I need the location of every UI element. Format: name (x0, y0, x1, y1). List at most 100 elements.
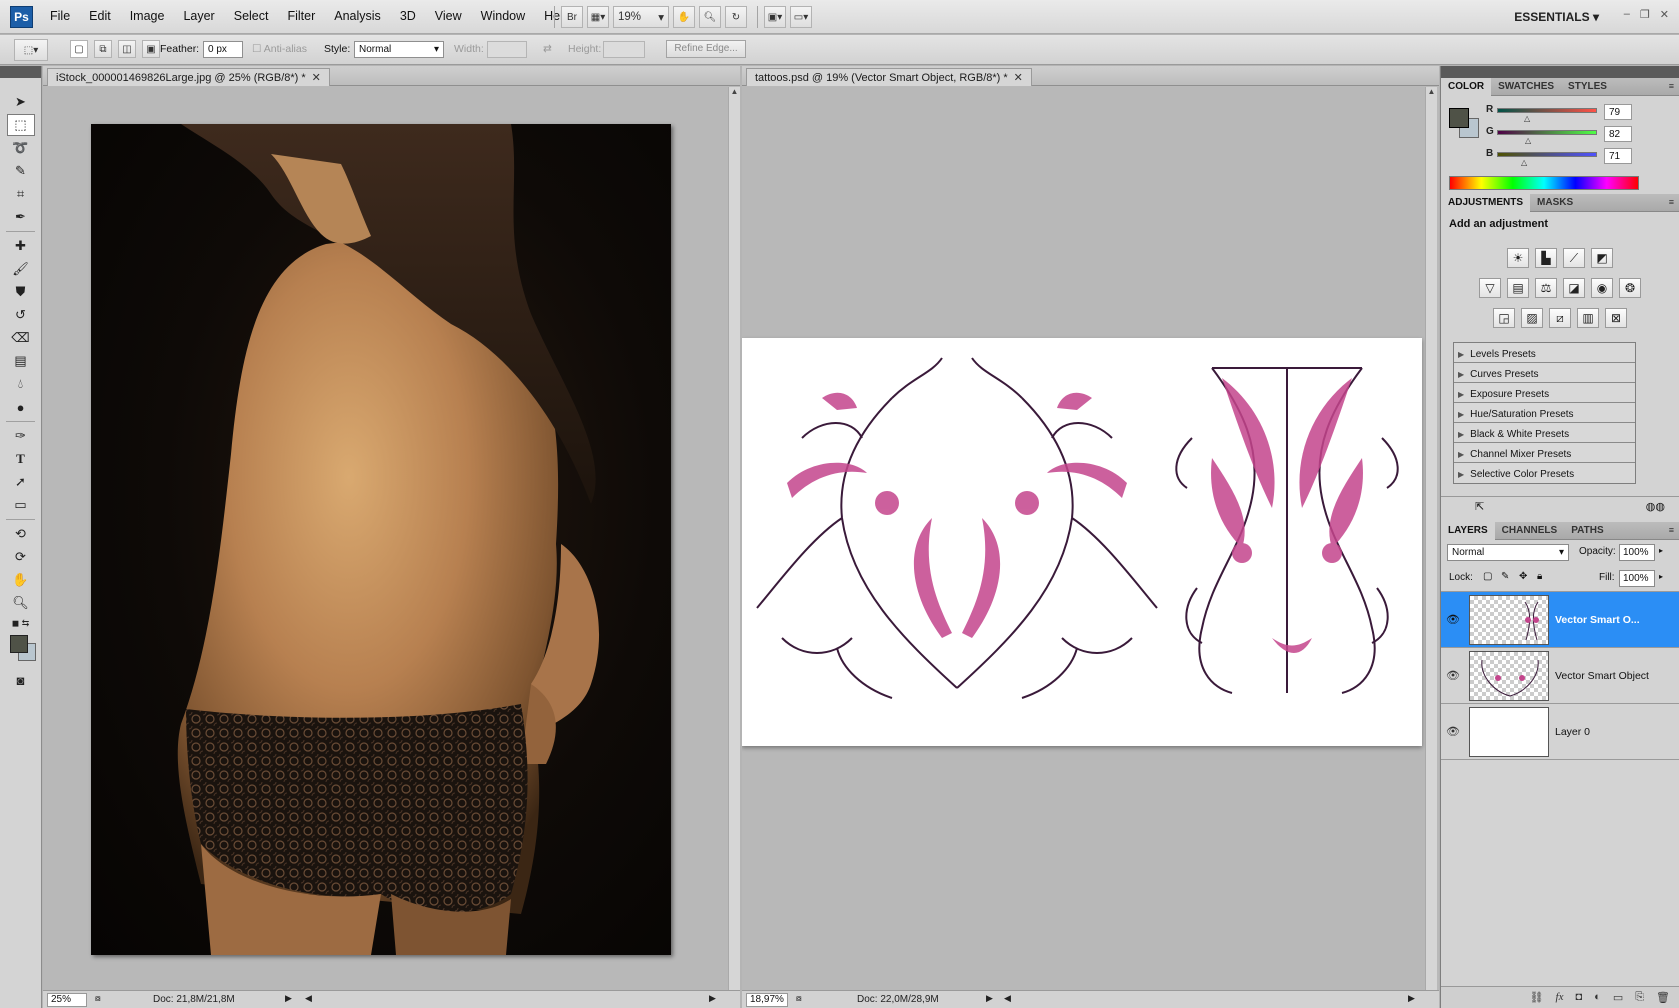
hand-tool-button[interactable]: ✋ (673, 6, 695, 28)
scroll-left-arrow-icon[interactable]: ◀ (1004, 993, 1011, 1004)
tools-panel-header[interactable] (0, 66, 41, 78)
visibility-eye-icon[interactable]: 👁︎ (1441, 613, 1465, 626)
opacity-input[interactable]: 100% (1619, 544, 1655, 561)
feather-input[interactable]: 0 px (203, 41, 243, 58)
add-selection-button[interactable]: ⧉ (94, 40, 112, 58)
preset-item[interactable]: ▶ Hue/Saturation Presets (1454, 403, 1635, 423)
lasso-tool-icon[interactable]: ➰ (7, 137, 35, 159)
gradient-tool-icon[interactable]: ▤ (7, 350, 35, 372)
clone-stamp-tool-icon[interactable]: ⛊ (7, 281, 35, 303)
layer-name[interactable]: Layer 0 (1555, 726, 1590, 738)
blur-tool-icon[interactable]: 💧︎ (7, 373, 35, 395)
preset-item[interactable]: ▶ Levels Presets (1454, 343, 1635, 363)
green-channel-slider[interactable] (1497, 130, 1597, 135)
height-input[interactable] (603, 41, 645, 58)
type-tool-icon[interactable]: T (7, 448, 35, 470)
menu-image[interactable]: Image (130, 9, 165, 23)
tab-adjustments[interactable]: ADJUSTMENTS (1441, 194, 1531, 212)
antialias-checkbox[interactable]: ☐ Anti-alias (252, 43, 307, 55)
rectangle-tool-icon[interactable]: ▭ (7, 494, 35, 516)
healing-brush-tool-icon[interactable]: ✚ (7, 235, 35, 257)
return-to-list-icon[interactable]: ⇱ (1475, 500, 1484, 513)
foreground-color-swatch[interactable] (1449, 108, 1469, 128)
document-tab-tattoos[interactable]: tattoos.psd @ 19% (Vector Smart Object, … (746, 68, 1032, 86)
panel-menu-icon[interactable]: ≡ (1669, 525, 1674, 535)
green-value-input[interactable]: 82 (1604, 126, 1632, 142)
new-adjustment-layer-icon[interactable]: ◐ (1594, 991, 1601, 1008)
preset-item[interactable]: ▶ Curves Presets (1454, 363, 1635, 383)
default-colors-icon[interactable]: ◼ ⇆ (7, 615, 35, 631)
width-input[interactable] (487, 41, 527, 58)
zoom-tool-icon[interactable]: 🔍︎ (7, 592, 35, 614)
blue-channel-slider[interactable] (1497, 152, 1597, 157)
posterize-icon[interactable]: ▨ (1521, 308, 1543, 328)
vertical-scrollbar[interactable]: ▲ (1425, 87, 1437, 990)
menu-layer[interactable]: Layer (183, 9, 214, 23)
preset-item[interactable]: ▶ Selective Color Presets (1454, 463, 1635, 483)
screen-mode-button[interactable]: ▭▾ (790, 6, 812, 28)
eraser-tool-icon[interactable]: ⌫ (7, 327, 35, 349)
arrange-documents-button[interactable]: ▣▾ (764, 6, 786, 28)
hand-tool-icon[interactable]: ✋ (7, 569, 35, 591)
layer-row-vector-smart-object-top[interactable]: 👁︎ Vector Smart O... (1441, 592, 1679, 648)
photo-filter-icon[interactable]: ◉ (1591, 278, 1613, 298)
3d-orbit-tool-icon[interactable]: ⟳ (7, 546, 35, 568)
document-tab-photo[interactable]: iStock_000001469826Large.jpg @ 25% (RGB/… (47, 68, 330, 86)
menu-file[interactable]: File (50, 9, 70, 23)
status-menu-icon[interactable]: ⧇ (95, 993, 101, 1004)
layer-style-icon[interactable]: fx (1556, 991, 1564, 1008)
color-spectrum-bar[interactable] (1449, 176, 1639, 190)
selective-color-icon[interactable]: ⊠ (1605, 308, 1627, 328)
tab-color[interactable]: COLOR (1441, 78, 1492, 96)
swap-dimensions-icon[interactable]: ⇄ (543, 43, 552, 55)
scroll-right-arrow-icon[interactable]: ▶ (1408, 993, 1415, 1004)
preset-item[interactable]: ▶ Exposure Presets (1454, 383, 1635, 403)
subtract-selection-button[interactable]: ◫ (118, 40, 136, 58)
layer-name[interactable]: Vector Smart Object (1555, 670, 1649, 682)
close-button[interactable]: ✕ (1660, 8, 1669, 21)
menu-filter[interactable]: Filter (287, 9, 315, 23)
blend-mode-dropdown[interactable]: Normal ▾ (1447, 544, 1569, 561)
launch-bridge-button[interactable]: Br (561, 6, 583, 28)
tab-styles[interactable]: STYLES (1561, 78, 1614, 96)
status-zoom-field[interactable]: 18,97% (746, 993, 788, 1007)
fill-slider-arrow-icon[interactable]: ▸ (1659, 572, 1663, 581)
red-value-input[interactable]: 79 (1604, 104, 1632, 120)
status-zoom-field[interactable]: 25% (47, 993, 87, 1007)
tab-swatches[interactable]: SWATCHES (1491, 78, 1561, 96)
lock-position-icon[interactable]: ✥ (1519, 571, 1527, 582)
red-channel-slider[interactable] (1497, 108, 1597, 113)
scroll-left-arrow-icon[interactable]: ◀ (305, 993, 312, 1004)
tab-layers[interactable]: LAYERS (1441, 522, 1495, 540)
zoom-level-dropdown[interactable]: 19% ▾ (613, 6, 669, 28)
tab-channels[interactable]: CHANNELS (1495, 522, 1565, 540)
menu-view[interactable]: View (435, 9, 462, 23)
panel-menu-icon[interactable]: ≡ (1669, 197, 1674, 207)
threshold-icon[interactable]: ⧄ (1549, 308, 1571, 328)
scroll-right-arrow-icon[interactable]: ▶ (709, 993, 716, 1004)
new-group-icon[interactable]: ▭ (1613, 991, 1623, 1008)
3d-rotate-tool-icon[interactable]: ⟲ (7, 523, 35, 545)
channel-mixer-icon[interactable]: ❂ (1619, 278, 1641, 298)
rectangular-marquee-tool-icon[interactable]: ⬚ (6, 114, 35, 136)
status-info-arrow-icon[interactable]: ▶ (986, 993, 993, 1004)
vibrance-icon[interactable]: ▽ (1479, 278, 1501, 298)
vertical-scrollbar[interactable]: ▲ (728, 87, 740, 990)
delete-layer-icon[interactable]: 🗑︎ (1656, 991, 1670, 1008)
visibility-eye-icon[interactable]: 👁︎ (1441, 669, 1465, 682)
close-icon[interactable]: ✕ (1014, 72, 1023, 84)
exposure-icon[interactable]: ◩ (1591, 248, 1613, 268)
quick-mask-icon[interactable]: ◙ (7, 669, 35, 691)
pen-tool-icon[interactable]: ✑ (7, 425, 35, 447)
new-layer-icon[interactable]: ⎘ (1635, 991, 1644, 1008)
lock-all-icon[interactable]: 🔒︎ (1537, 571, 1542, 582)
move-tool-icon[interactable]: ➤ (7, 91, 35, 113)
panel-dock-header[interactable] (1441, 66, 1679, 78)
style-dropdown[interactable]: Normal ▾ (354, 41, 444, 58)
path-selection-tool-icon[interactable]: ➚ (7, 471, 35, 493)
menu-edit[interactable]: Edit (89, 9, 111, 23)
quick-selection-tool-icon[interactable]: ✎ (7, 160, 35, 182)
add-mask-icon[interactable]: ◘ (1576, 991, 1583, 1008)
restore-button[interactable]: ❐ (1640, 8, 1650, 21)
close-icon[interactable]: ✕ (312, 72, 321, 84)
